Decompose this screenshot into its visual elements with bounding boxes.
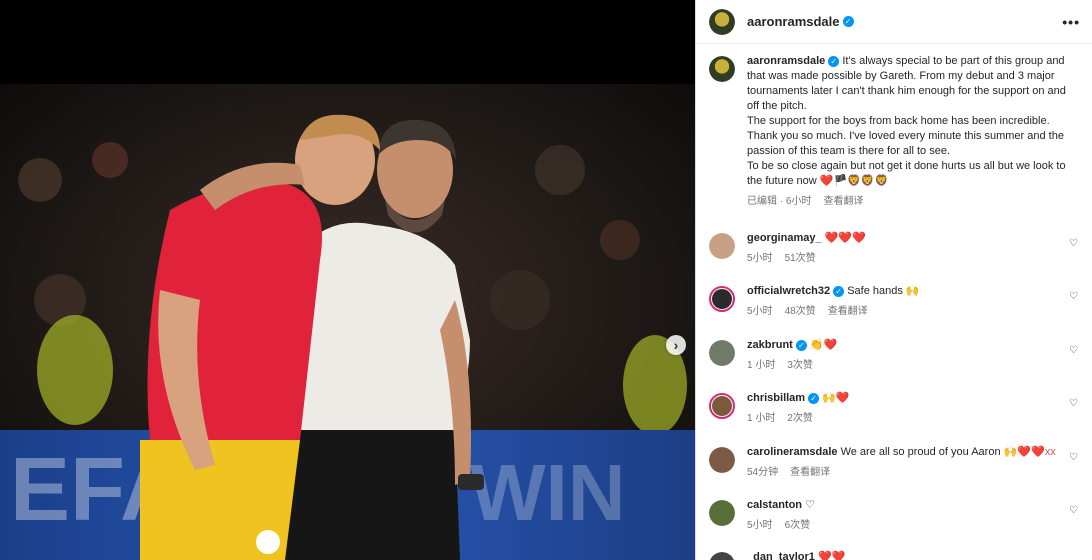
comment-text: We are all so proud of you Aaron	[840, 446, 1001, 458]
comment-likes[interactable]: 48次赞	[785, 306, 816, 317]
comment-emoji: ❤️❤️❤️	[824, 232, 866, 244]
verified-badge-icon: ✓	[833, 285, 845, 297]
comment-row: _dan_taylor1 ❤️❤️	[709, 550, 1080, 560]
comment-row: zakbrunt ✓ 👏❤️ 1 小时 3次赞 ♡	[709, 338, 1080, 373]
comment-text: Safe hands	[847, 285, 903, 297]
verified-badge-icon: ✓	[842, 16, 854, 27]
commenter-avatar[interactable]	[709, 286, 735, 312]
like-heart-icon[interactable]: ♡	[1069, 398, 1078, 409]
post-caption: aaronramsdale ✓ It's always special to be…	[709, 54, 1080, 209]
comment-username[interactable]: _dan_taylor1	[747, 551, 815, 560]
comment-time: 1 小时	[747, 413, 776, 424]
like-heart-icon[interactable]: ♡	[1069, 452, 1078, 463]
comment-likes[interactable]: 51次赞	[785, 253, 816, 264]
comment-emoji: 🙌❤️❤️xx	[1003, 446, 1056, 458]
author-avatar[interactable]	[709, 56, 735, 82]
comment-likes[interactable]: 2次赞	[787, 413, 813, 424]
comment-time: 54分钟	[747, 467, 779, 478]
caption-text-2: The support for the boys from back home …	[747, 115, 1064, 157]
comment-row: carolineramsdale We are all so proud of …	[709, 445, 1080, 480]
commenter-avatar[interactable]	[709, 340, 735, 366]
comment-row: officialwretch32 ✓ Safe hands 🙌 5小时 48次赞 查看…	[709, 284, 1080, 319]
comment-likes[interactable]: 6次赞	[785, 520, 811, 531]
comment-username[interactable]: carolineramsdale	[747, 446, 838, 458]
comment-username[interactable]: chrisbillam	[747, 392, 805, 404]
comment-time: 5小时	[747, 253, 773, 264]
commenter-avatar[interactable]	[709, 393, 735, 419]
author-username[interactable]: aaronramsdale	[747, 14, 840, 29]
more-options-icon[interactable]: •••	[1062, 14, 1080, 30]
commenter-avatar[interactable]	[709, 500, 735, 526]
comment-time: 1 小时	[747, 360, 776, 371]
svg-text:WIN: WIN	[470, 448, 626, 537]
caption-text-3: To be so close again but not get it done…	[747, 160, 1066, 187]
comment-username[interactable]: officialwretch32	[747, 285, 830, 297]
post-media[interactable]: EFA WIN ›	[0, 0, 695, 560]
post-photo: EFA WIN	[0, 0, 695, 560]
like-heart-icon[interactable]: ♡	[1069, 345, 1078, 356]
caption-emojis: ❤️🏴🦁🦁🦁	[819, 175, 889, 187]
comment-emoji: ❤️❤️	[817, 551, 846, 560]
see-translation-link[interactable]: 查看翻译	[823, 196, 863, 207]
post-panel: aaronramsdale ✓ ••• aaronramsdale ✓ It's …	[695, 0, 1092, 560]
next-slide-button[interactable]: ›	[666, 335, 686, 355]
post-header: aaronramsdale ✓ •••	[696, 0, 1092, 44]
commenter-avatar[interactable]	[709, 233, 735, 259]
comment-time: 5小时	[747, 306, 773, 317]
like-heart-icon[interactable]: ♡	[1069, 505, 1078, 516]
comment-emoji: 🙌❤️	[822, 392, 850, 404]
comment-row: chrisbillam ✓ 🙌❤️ 1 小时 2次赞 ♡	[709, 391, 1080, 426]
comment-time: 5小时	[747, 520, 773, 531]
comment-username[interactable]: zakbrunt	[747, 339, 793, 351]
verified-badge-icon: ✓	[795, 339, 807, 351]
verified-badge-icon: ✓	[828, 55, 840, 67]
caption-edited-time: 已编辑 · 6小时	[747, 196, 812, 207]
author-avatar[interactable]	[709, 8, 735, 35]
like-heart-icon[interactable]: ♡	[1069, 291, 1078, 302]
comment-likes[interactable]: 3次赞	[787, 360, 813, 371]
comment-emoji: 🙌	[905, 285, 920, 297]
comment-row: calstanton ♡ 5小时 6次赞 ♡	[709, 498, 1080, 533]
commenter-avatar[interactable]	[709, 447, 735, 473]
comment-emoji: ♡	[805, 499, 815, 511]
see-translation-link[interactable]: 查看翻译	[790, 467, 830, 478]
comment-username[interactable]: georginamay_	[747, 232, 822, 244]
verified-badge-icon: ✓	[808, 392, 820, 404]
caption-username[interactable]: aaronramsdale	[747, 55, 825, 67]
commenter-avatar[interactable]	[709, 552, 735, 560]
comment-row: georginamay_ ❤️❤️❤️ 5小时 51次赞 ♡	[709, 231, 1080, 266]
like-heart-icon[interactable]: ♡	[1069, 238, 1078, 249]
comment-username[interactable]: calstanton	[747, 499, 802, 511]
comment-emoji: 👏❤️	[809, 339, 838, 351]
see-translation-link[interactable]: 查看翻译	[828, 306, 868, 317]
